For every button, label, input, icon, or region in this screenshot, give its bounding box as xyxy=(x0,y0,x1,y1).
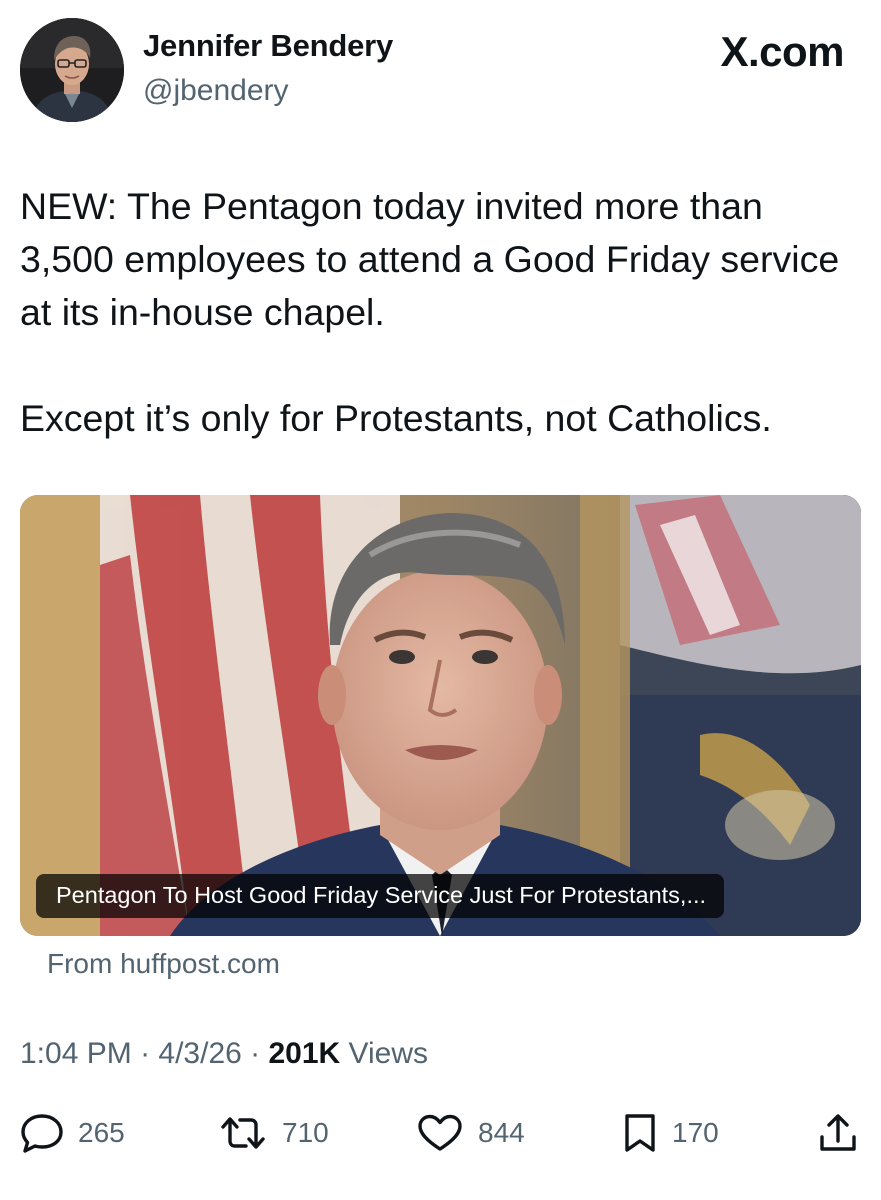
share-button[interactable] xyxy=(818,1113,858,1153)
card-headline[interactable]: Pentagon To Host Good Friday Service Jus… xyxy=(36,874,725,918)
action-bar: 265 710 844 170 xyxy=(0,1105,881,1161)
views-count: 201K xyxy=(268,1037,341,1070)
meta-separator: · xyxy=(241,1037,269,1070)
tweet: Jennifer Bendery @jbendery X.com NEW: Th… xyxy=(0,0,881,1200)
x-logo: X.com xyxy=(720,28,844,75)
repost-count: 710 xyxy=(282,1117,329,1148)
bookmark-count: 170 xyxy=(672,1117,719,1148)
meta-separator: · xyxy=(131,1037,159,1070)
timestamp-date[interactable]: 4/3/26 xyxy=(158,1037,241,1070)
tweet-meta: 1:04 PM · 4/3/26 · 201K Views xyxy=(20,1037,428,1071)
repost-button[interactable]: 710 xyxy=(218,1113,329,1153)
tweet-paragraph: Except it’s only for Protestants, not Ca… xyxy=(20,397,772,439)
reply-icon xyxy=(21,1114,63,1153)
views-label: Views xyxy=(340,1037,429,1070)
avatar-photo xyxy=(20,18,124,122)
author-handle[interactable]: @jbendery xyxy=(143,74,289,108)
share-icon xyxy=(820,1114,856,1151)
repost-icon xyxy=(221,1117,265,1149)
reply-button[interactable]: 265 xyxy=(20,1113,125,1153)
like-button[interactable]: 844 xyxy=(416,1113,525,1153)
link-card[interactable]: Pentagon To Host Good Friday Service Jus… xyxy=(20,495,861,936)
author-name[interactable]: Jennifer Bendery xyxy=(143,28,393,64)
like-count: 844 xyxy=(478,1117,525,1148)
bookmark-icon xyxy=(625,1114,655,1152)
timestamp-time[interactable]: 1:04 PM xyxy=(20,1037,132,1070)
bookmark-button[interactable]: 170 xyxy=(622,1113,719,1153)
card-image xyxy=(20,495,861,936)
like-icon xyxy=(418,1114,462,1151)
card-source[interactable]: From huffpost.com xyxy=(47,948,280,980)
reply-count: 265 xyxy=(78,1117,125,1148)
avatar[interactable] xyxy=(20,18,124,122)
tweet-paragraph: NEW: The Pentagon today invited more tha… xyxy=(20,185,840,333)
tweet-text: NEW: The Pentagon today invited more tha… xyxy=(20,180,865,445)
